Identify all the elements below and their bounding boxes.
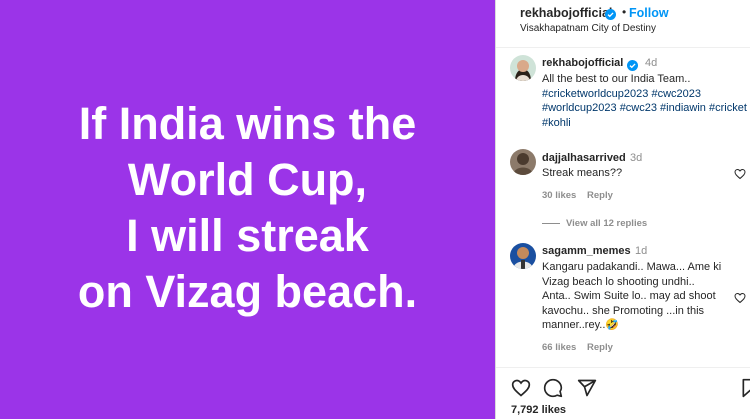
caption-username[interactable]: rekhabojofficial	[542, 57, 623, 69]
bookmark-icon[interactable]	[740, 378, 750, 403]
heart-icon[interactable]	[734, 167, 746, 185]
image-line: If India wins the	[78, 97, 417, 149]
likes-count[interactable]: 7,792 likes	[511, 404, 566, 416]
heart-icon[interactable]	[511, 378, 531, 403]
comment-likes[interactable]: 30 likes	[542, 190, 576, 201]
comment-text: Kangaru padakandi.. Mawa... Ame ki Vizag…	[542, 260, 722, 333]
comment-username[interactable]: sagamm_memes	[542, 245, 631, 257]
separator-dot: •	[622, 5, 627, 19]
comment-text: Streak means??	[542, 167, 623, 179]
commenter-avatar[interactable]	[510, 243, 536, 269]
share-icon[interactable]	[577, 378, 597, 403]
header-username[interactable]: rekhabojofficial	[520, 6, 612, 20]
instagram-post-view: If India wins the World Cup, I will stre…	[0, 0, 750, 419]
image-line: World Cup,	[127, 153, 368, 205]
post-header: rekhabojofficial • Follow Visakhapatnam …	[496, 0, 750, 48]
comment-username[interactable]: dajjalhasarrived	[542, 152, 626, 164]
view-replies-label: View all 12 replies	[566, 218, 648, 229]
comment-timestamp[interactable]: 1d	[635, 245, 647, 257]
comment-timestamp[interactable]: 3d	[630, 152, 642, 164]
comment-message: Kangaru padakandi.. Mawa... Ame ki Vizag…	[542, 261, 722, 331]
caption-message: All the best to our India Team..	[542, 73, 691, 85]
hashtag[interactable]: #worldcup2023	[542, 102, 617, 114]
post-side-panel: rekhabojofficial • Follow Visakhapatnam …	[495, 0, 750, 419]
hashtag[interactable]: #cricket	[709, 102, 747, 114]
caption-timestamp[interactable]: 4d	[645, 57, 657, 69]
post-image[interactable]: If India wins the World Cup, I will stre…	[0, 0, 495, 419]
comment-icon[interactable]	[543, 378, 563, 403]
caption-text: All the best to our India Team.. #cricke…	[542, 72, 747, 130]
post-image-text: If India wins the World Cup, I will stre…	[78, 96, 417, 320]
reply-button[interactable]: Reply	[587, 342, 613, 353]
hashtag[interactable]: #kohli	[542, 117, 571, 129]
hashtag[interactable]: #cwc23	[620, 102, 657, 114]
commenter-avatar[interactable]	[510, 149, 536, 175]
image-line: I will streak	[126, 209, 369, 261]
reply-button[interactable]: Reply	[587, 190, 613, 201]
location-link[interactable]: Visakhapatnam City of Destiny	[520, 23, 656, 34]
comment-likes[interactable]: 66 likes	[542, 342, 576, 353]
hashtag[interactable]: #indiawin	[660, 102, 706, 114]
avatar[interactable]	[510, 55, 536, 81]
rofl-emoji: 🤣	[605, 319, 620, 331]
follow-button[interactable]: Follow	[629, 6, 669, 20]
hashtag[interactable]: #cricketworldcup2023	[542, 88, 648, 100]
view-replies-button[interactable]: View all 12 replies	[542, 218, 647, 229]
heart-icon[interactable]	[734, 291, 746, 309]
replies-divider	[542, 222, 560, 224]
hashtag[interactable]: #cwc2023	[651, 88, 701, 100]
image-line: on Vizag beach.	[77, 265, 418, 317]
